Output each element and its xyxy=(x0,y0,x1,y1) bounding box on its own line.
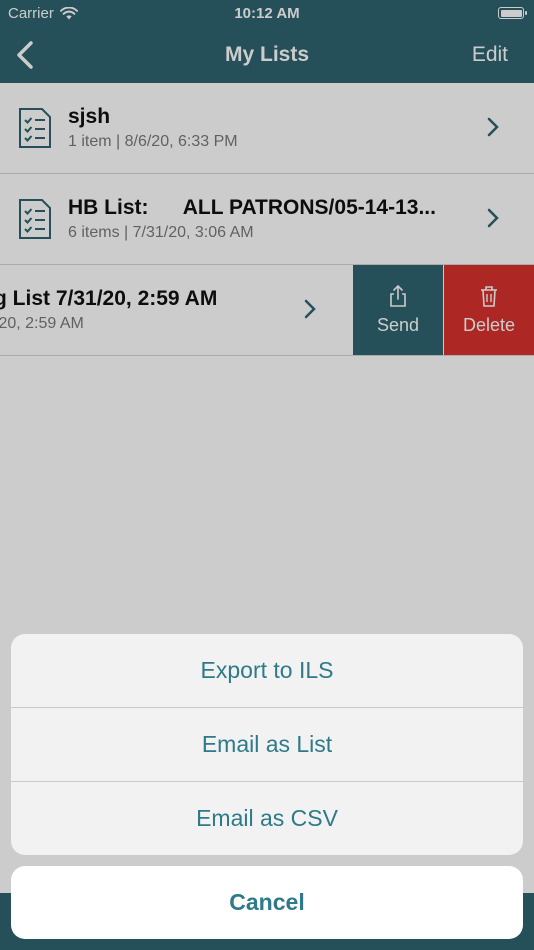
email-as-list-option[interactable]: Email as List xyxy=(11,708,523,782)
cancel-button[interactable]: Cancel xyxy=(11,866,523,939)
export-to-ils-option[interactable]: Export to ILS xyxy=(11,634,523,708)
email-as-csv-option[interactable]: Email as CSV xyxy=(11,782,523,855)
app-screen: Carrier 10:12 AM My Lists Edit sjsh 1 it… xyxy=(0,0,534,950)
action-sheet: Export to ILS Email as List Email as CSV xyxy=(11,634,523,855)
